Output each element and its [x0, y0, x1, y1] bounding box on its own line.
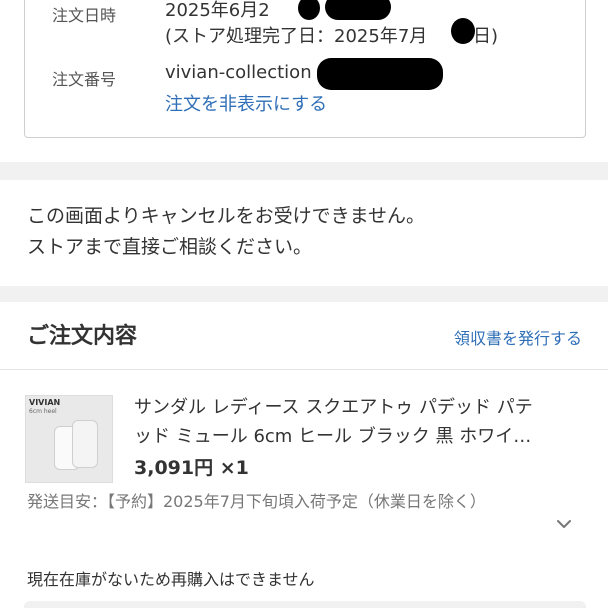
store-completion-date-tail: 日) — [473, 26, 499, 47]
stock-note: 現在在庫がないため再購入はできません — [27, 570, 315, 589]
cancel-notice: この画面よりキャンセルをお受けできません。 ストアまで直接ご相談ください。 — [27, 201, 425, 263]
cancel-notice-line1: この画面よりキャンセルをお受けできません。 — [27, 205, 426, 227]
sandal-image — [72, 420, 98, 468]
product-title-line1: サンダル レディース スクエアトゥ パデッド パテ — [134, 397, 533, 418]
product-thumbnail[interactable]: VIVIAN 6cm heel — [25, 395, 113, 483]
shipping-estimate: 発送目安：【予約】2025年7月下旬頃入荷予定（休業日を除く） — [27, 492, 486, 511]
section-gap — [0, 286, 608, 302]
repurchase-button-area — [24, 601, 586, 608]
order-contents-title: ご注文内容 — [27, 324, 138, 349]
chevron-down-icon[interactable] — [557, 517, 571, 531]
thumbnail-brand: VIVIAN — [29, 398, 61, 407]
thumbnail-caption: 6cm heel — [29, 408, 57, 415]
order-number-label: 注文番号 — [52, 70, 117, 89]
store-completion-date: (ストア処理完了日：2025年7月 — [165, 26, 428, 47]
redaction-dot — [451, 18, 475, 44]
issue-receipt-link[interactable]: 領収書を発行する — [454, 325, 582, 349]
product-title-link[interactable]: サンダル レディース スクエアトゥ パデッド パテ ッド ミュール 6cm ヒー… — [134, 393, 582, 451]
order-date-value: 2025年6月2 — [165, 0, 270, 21]
cancel-notice-line2: ストアまで直接ご相談ください。 — [27, 236, 313, 258]
hide-order-link[interactable]: 注文を非表示にする — [165, 90, 327, 116]
product-title-line2: ッド ミュール 6cm ヒール ブラック 黒 ホワイ… — [134, 426, 532, 447]
order-info-card: 注文日時 2025年6月2 (ストア処理完了日：2025年7月 日) 注文番号 … — [24, 0, 586, 138]
redaction-dot — [298, 0, 320, 20]
divider — [0, 369, 608, 370]
order-date-label: 注文日時 — [52, 6, 117, 25]
redaction-bar — [325, 0, 391, 20]
redaction-bar — [317, 58, 443, 90]
section-gap — [0, 162, 608, 180]
product-price: 3,091円 ×1 — [134, 457, 249, 479]
order-number-value: vivian-collection — [165, 62, 312, 83]
